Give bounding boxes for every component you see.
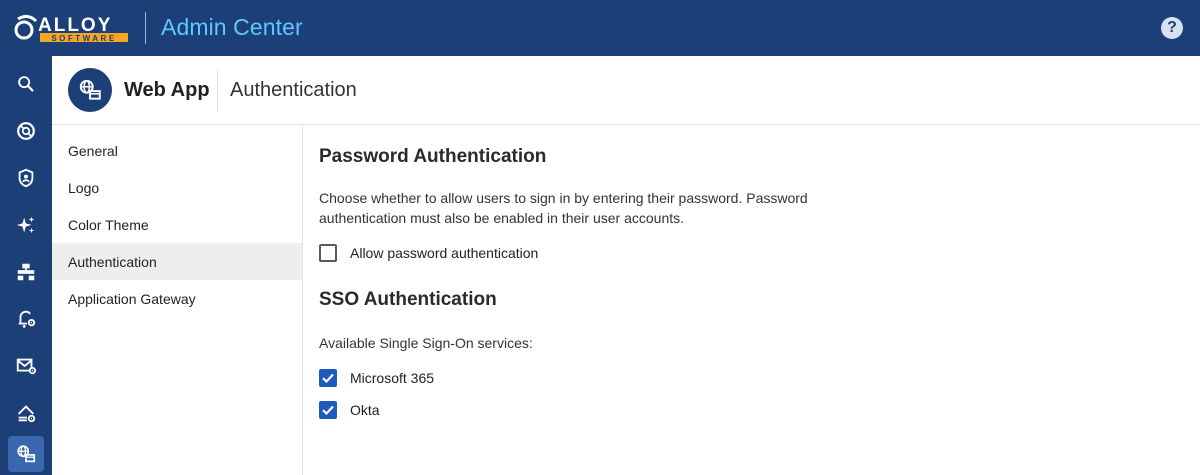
rail-item-cloud[interactable] — [8, 395, 44, 431]
subnav-item-color-theme[interactable]: Color Theme — [52, 206, 302, 243]
subnav-item-label: Logo — [68, 179, 100, 196]
help-icon: ? — [1167, 19, 1177, 36]
top-bar: ALLOY SOFTWARE Admin Center ? — [0, 0, 1200, 56]
okta-checkbox[interactable] — [319, 401, 337, 419]
subnav-item-label: General — [68, 142, 118, 159]
header-app-icon — [68, 68, 112, 112]
search-icon — [18, 76, 34, 92]
subnav-item-application-gateway[interactable]: Application Gateway — [52, 280, 302, 317]
header-app-name[interactable]: Web App — [124, 79, 210, 102]
password-section-title: Password Authentication — [319, 146, 547, 167]
page-header: Web App Authentication — [52, 56, 1200, 125]
rail-item-support[interactable] — [8, 113, 44, 149]
rail-item-security[interactable] — [8, 160, 44, 196]
allow-password-checkbox[interactable] — [319, 244, 337, 262]
web-app-icon — [17, 445, 36, 463]
sparkles-icon — [16, 216, 35, 234]
sso-section-title: SSO Authentication — [319, 289, 497, 310]
logo-divider — [145, 12, 146, 44]
subnav-item-label: Application Gateway — [68, 290, 196, 307]
logo-subtext: SOFTWARE — [51, 34, 116, 43]
subnav-item-logo[interactable]: Logo — [52, 169, 302, 206]
allow-password-checkbox-row[interactable]: Allow password authentication — [319, 243, 538, 263]
alloy-software-logo[interactable]: ALLOY SOFTWARE — [14, 11, 130, 45]
workflow-icon — [17, 263, 35, 281]
logo-text: ALLOY — [38, 15, 112, 36]
app-title: Admin Center — [161, 14, 303, 40]
bell-gear-icon — [18, 310, 36, 328]
help-button[interactable]: ? — [1161, 17, 1183, 39]
mail-gear-icon — [16, 358, 37, 375]
cloud-gear-icon — [18, 405, 36, 423]
microsoft-365-checkbox[interactable] — [319, 369, 337, 387]
subnav-item-label: Authentication — [68, 253, 157, 270]
password-section-description: Choose whether to allow users to sign in… — [319, 190, 808, 226]
left-rail — [0, 56, 52, 475]
header-divider — [217, 70, 218, 112]
checkmark-icon — [322, 405, 334, 416]
subnav-item-general[interactable]: General — [52, 132, 302, 169]
settings-subnav: General Logo Color Theme Authentication … — [52, 125, 303, 475]
okta-label: Okta — [350, 402, 380, 418]
subnav-item-authentication[interactable]: Authentication — [52, 243, 302, 280]
sso-services-label: Available Single Sign-On services: — [319, 335, 533, 351]
web-app-icon — [79, 79, 101, 100]
rail-item-search[interactable] — [8, 66, 44, 102]
rail-item-ai[interactable] — [8, 207, 44, 243]
rail-item-email[interactable] — [8, 348, 44, 384]
subnav-item-label: Color Theme — [68, 216, 149, 233]
shield-user-icon — [18, 168, 34, 188]
rail-item-workflows[interactable] — [8, 254, 44, 290]
checkmark-icon — [322, 373, 334, 384]
page-title: Authentication — [230, 79, 357, 101]
allow-password-label: Allow password authentication — [350, 245, 539, 261]
sso-okta-row[interactable]: Okta — [319, 400, 380, 420]
rail-item-web-app[interactable] — [8, 436, 44, 472]
microsoft-365-label: Microsoft 365 — [350, 370, 435, 386]
lifebuoy-icon — [17, 122, 35, 140]
rail-item-notifications[interactable] — [8, 301, 44, 337]
sso-microsoft-365-row[interactable]: Microsoft 365 — [319, 368, 434, 388]
